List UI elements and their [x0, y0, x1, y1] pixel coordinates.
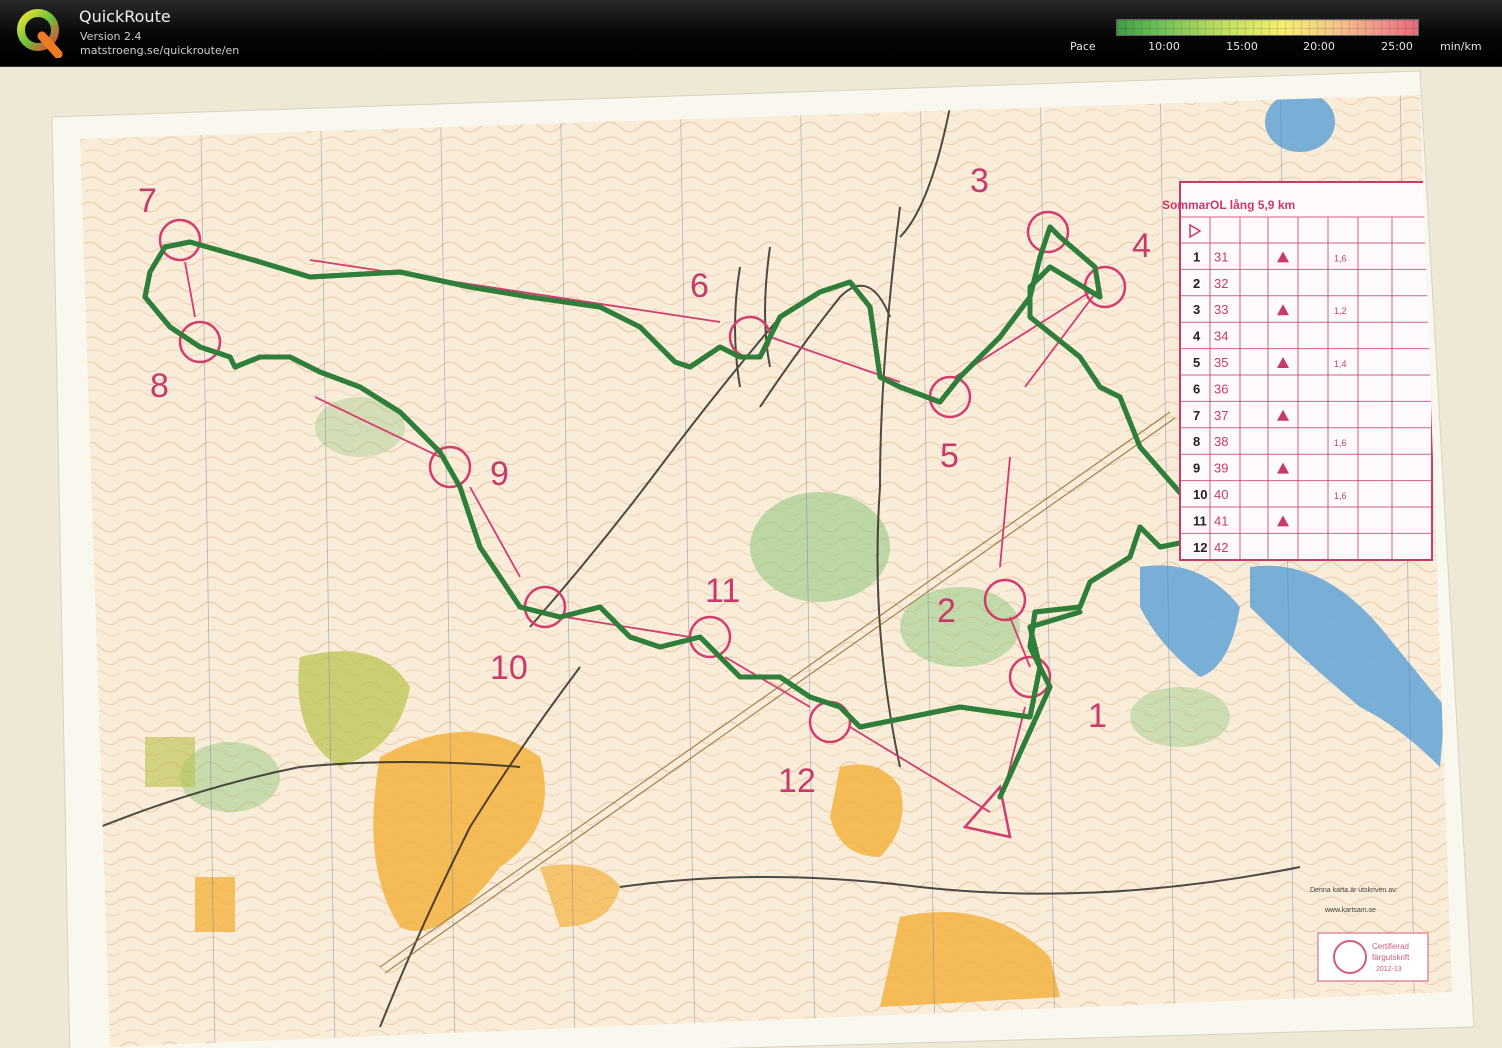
table-row-number: 8: [1193, 434, 1200, 449]
pace-tick-15: 15:00: [1226, 40, 1258, 53]
table-row-number: 3: [1193, 302, 1200, 317]
pace-tick-10: 10:00: [1148, 40, 1180, 53]
table-row-number: 4: [1193, 329, 1201, 344]
pace-color-scale: [1116, 19, 1419, 36]
control-number-7: 7: [138, 182, 157, 220]
control-number-11: 11: [705, 572, 740, 610]
table-row-distance: 1,6: [1334, 491, 1347, 501]
table-row-number: 9: [1193, 461, 1200, 476]
table-row-code: 38: [1214, 434, 1228, 449]
table-row-code: 36: [1214, 381, 1228, 396]
table-row-code: 40: [1214, 487, 1228, 502]
quickroute-logo-icon: [17, 9, 63, 58]
control-number-12: 12: [778, 762, 816, 800]
control-number-5: 5: [940, 437, 959, 475]
map-printed-area: 1 2 3 4 5 6 7 8 9 10 11 12 SommarOL lång…: [80, 95, 1452, 1047]
app-header: QuickRoute Version 2.4 matstroeng.se/qui…: [0, 0, 1502, 66]
table-row-code: 39: [1214, 461, 1228, 476]
table-row-code: 31: [1214, 249, 1228, 264]
control-number-4: 4: [1132, 227, 1151, 265]
control-number-1: 1: [1088, 697, 1107, 735]
control-number-6: 6: [690, 267, 709, 305]
table-row-code: 35: [1214, 355, 1228, 370]
control-number-10: 10: [490, 649, 528, 687]
table-row-code: 42: [1214, 540, 1228, 555]
table-row-number: 10: [1193, 487, 1207, 502]
app-url-link[interactable]: matstroeng.se/quickroute/en: [80, 44, 239, 57]
table-row-number: 2: [1193, 276, 1200, 291]
cert-line-2: färgutskrift: [1372, 953, 1410, 962]
control-description-table: SommarOL lång 5,9 km 1 31 1,62 323 33 1,24 345…: [1162, 181, 1433, 561]
pace-legend-label: Pace: [1070, 40, 1096, 53]
app-title: QuickRoute: [79, 7, 171, 26]
table-row-distance: 1,4: [1334, 359, 1347, 369]
pace-tick-25: 25:00: [1381, 40, 1413, 53]
control-number-2: 2: [937, 592, 956, 630]
map-viewport[interactable]: 1 2 3 4 5 6 7 8 9 10 11 12 SommarOL lång…: [0, 66, 1502, 1048]
cert-line-1: Certifierad: [1372, 942, 1409, 951]
pace-tick-20: 20:00: [1303, 40, 1335, 53]
table-row-distance: 1,2: [1334, 306, 1347, 316]
print-website: www.kartsam.se: [1324, 907, 1376, 914]
table-row-distance: 1,6: [1334, 438, 1347, 448]
pace-unit-label: min/km: [1440, 40, 1482, 53]
table-row-code: 34: [1214, 329, 1228, 344]
table-row-distance: 1,6: [1334, 253, 1347, 263]
course-title: SommarOL lång 5,9 km: [1162, 198, 1295, 212]
control-number-9: 9: [490, 455, 509, 493]
table-row-code: 41: [1214, 513, 1228, 528]
table-row-number: 11: [1193, 513, 1207, 528]
control-number-8: 8: [150, 367, 169, 405]
print-note: Denna karta är utskriven av:: [1310, 887, 1398, 894]
orienteering-map[interactable]: 1 2 3 4 5 6 7 8 9 10 11 12 SommarOL lång…: [0, 67, 1502, 1048]
table-row-code: 32: [1214, 276, 1228, 291]
cert-year: 2012-13: [1376, 966, 1402, 973]
table-row-number: 1: [1193, 249, 1200, 264]
table-row-number: 6: [1193, 381, 1200, 396]
table-row-number: 7: [1193, 408, 1200, 423]
table-row-number: 12: [1193, 540, 1207, 555]
table-row-number: 5: [1193, 355, 1200, 370]
app-version: Version 2.4: [80, 30, 142, 43]
table-row-code: 37: [1214, 408, 1228, 423]
control-number-3: 3: [970, 162, 989, 200]
table-row-code: 33: [1214, 302, 1228, 317]
certification-badge: Certifierad färgutskrift 2012-13: [1317, 932, 1429, 982]
